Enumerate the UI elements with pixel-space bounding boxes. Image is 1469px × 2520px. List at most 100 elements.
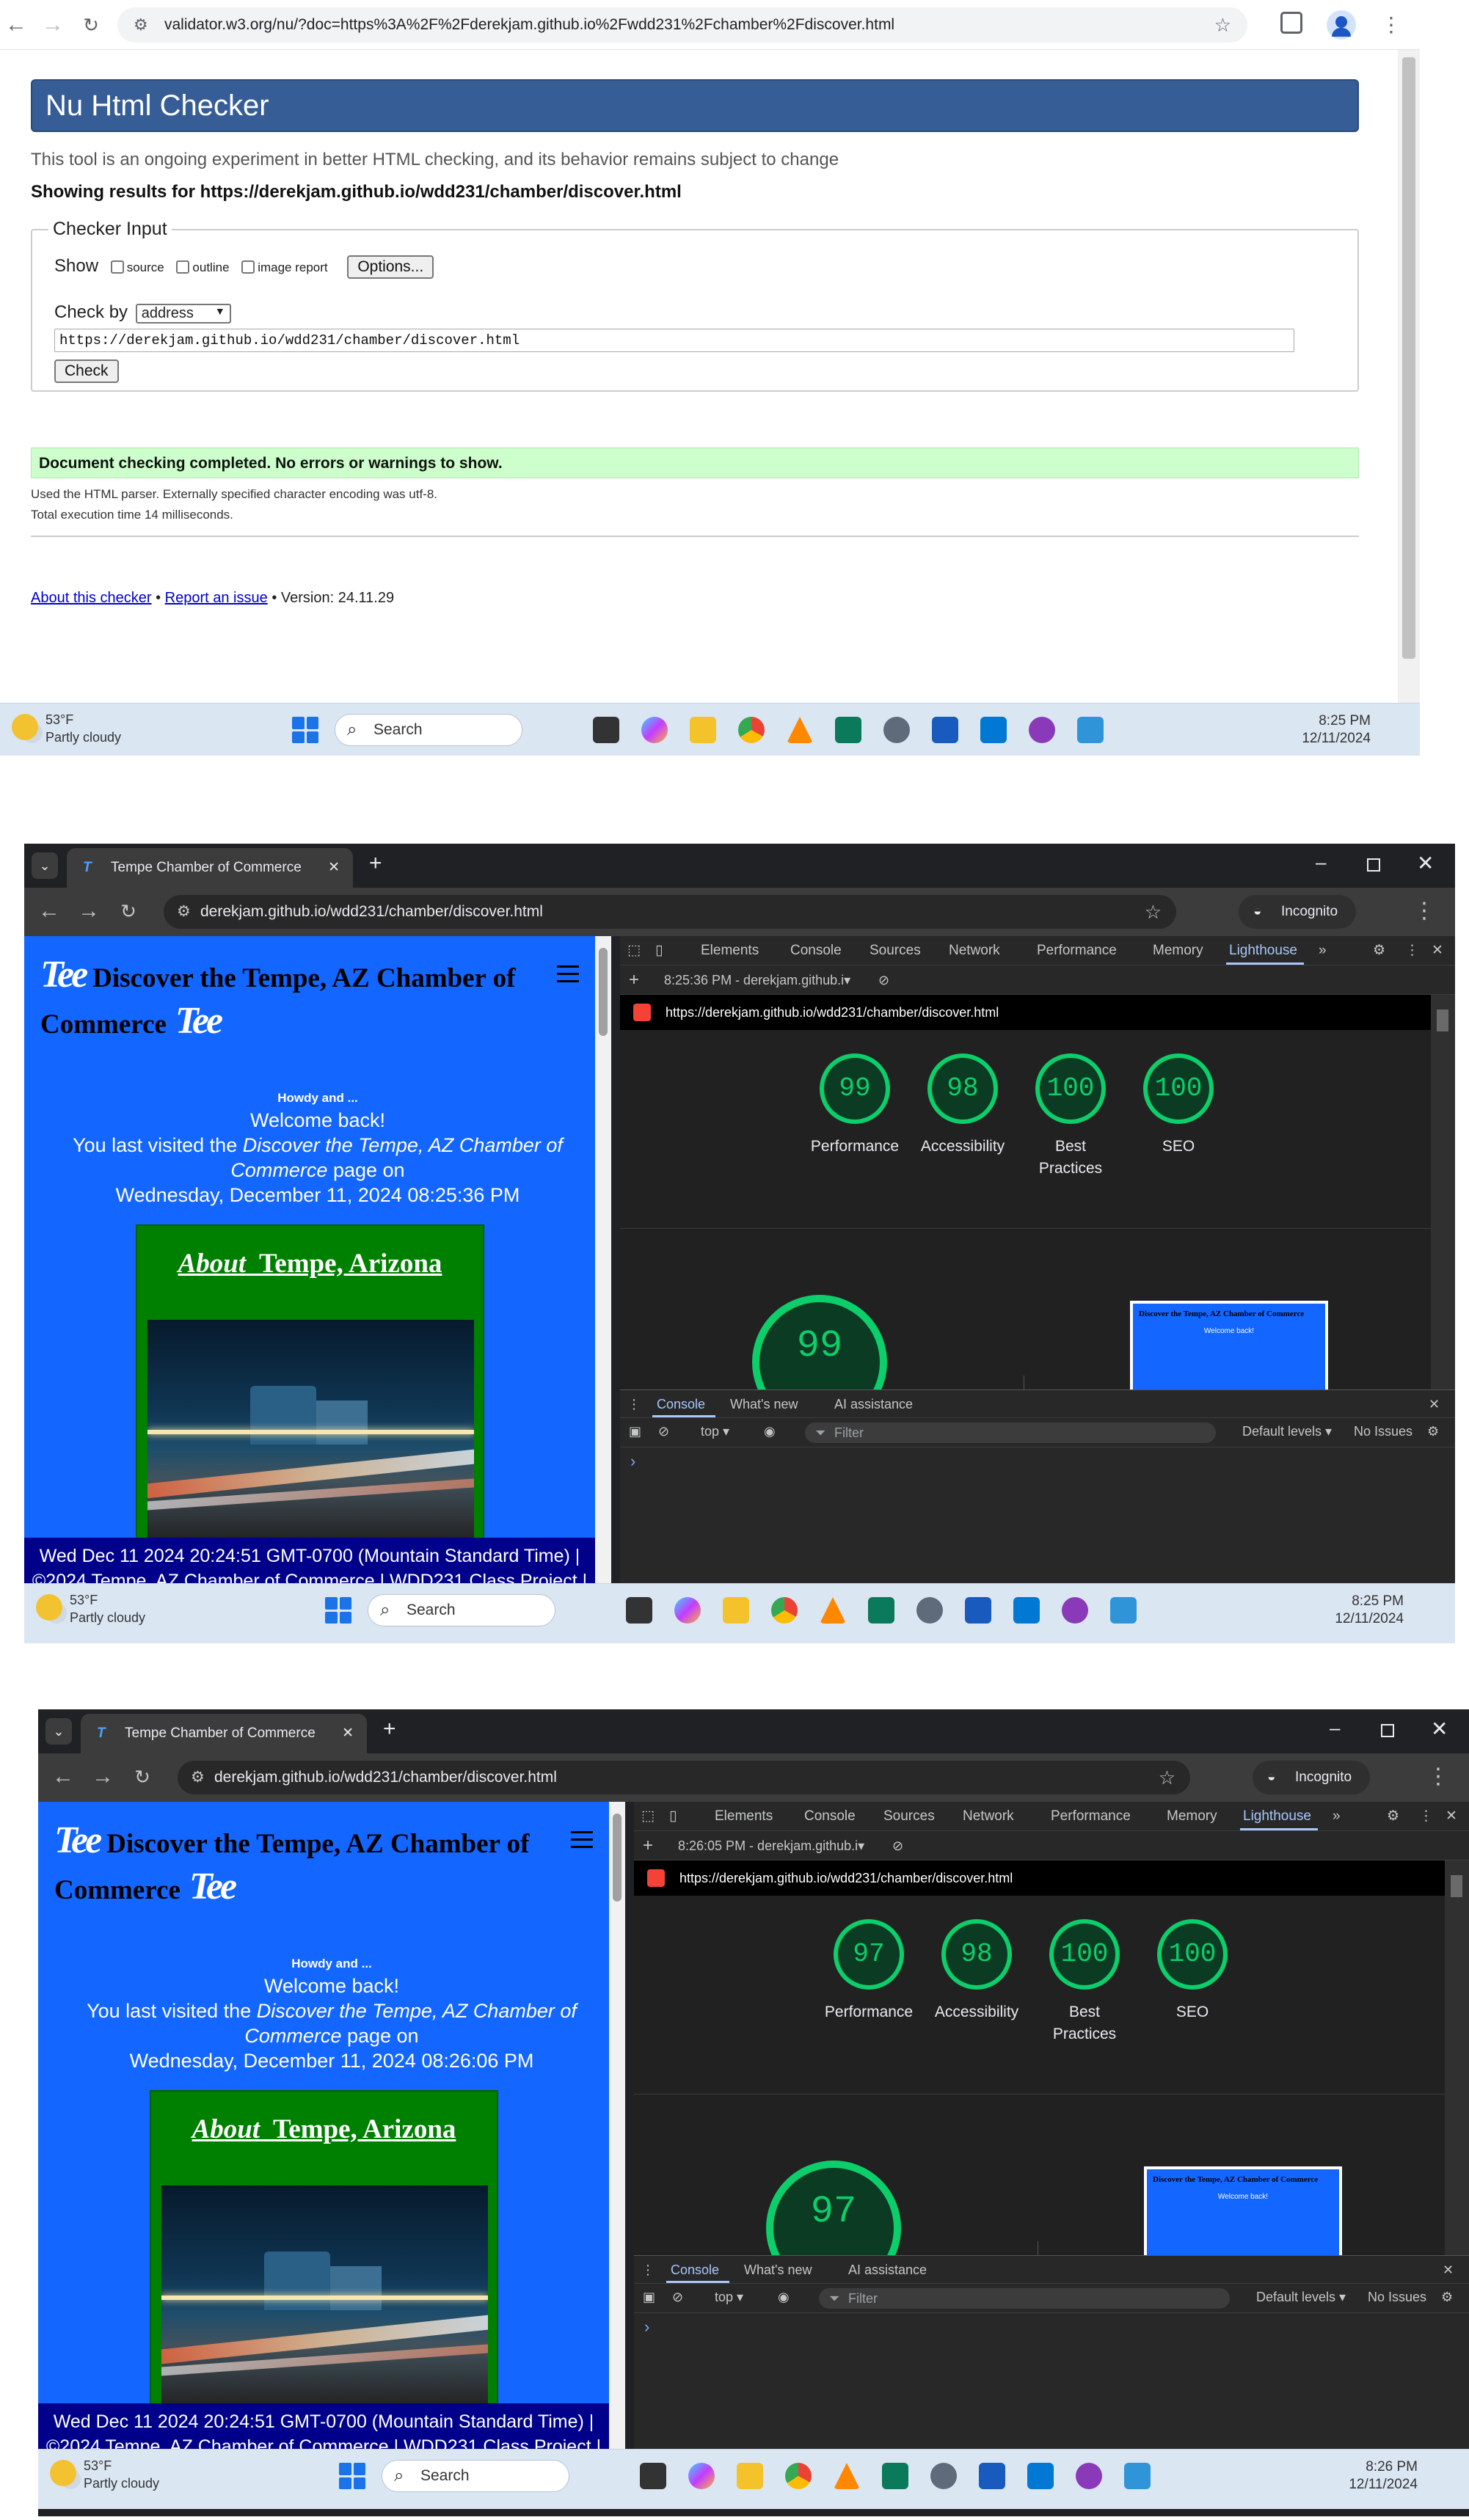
devtools-menu-icon[interactable]: ⋮: [1419, 1802, 1433, 1831]
issues-counter[interactable]: No Issues: [1354, 1424, 1412, 1439]
task-view-icon[interactable]: [593, 717, 619, 743]
clear-console-icon[interactable]: ⊘: [658, 1424, 669, 1439]
vlc-icon[interactable]: [787, 717, 813, 743]
tab-lighthouse[interactable]: Lighthouse: [1243, 1802, 1311, 1831]
vscode-icon[interactable]: [980, 717, 1007, 743]
card-heading[interactable]: About Tempe, Arizona: [137, 1248, 483, 1279]
performance-gauge[interactable]: 99 Performance: [800, 1053, 910, 1158]
best-practices-gauge[interactable]: 100 Best Practices: [1029, 1919, 1140, 2045]
windows-start-icon[interactable]: [339, 2463, 365, 2489]
scrollbar-thumb[interactable]: [1402, 57, 1415, 659]
taskbar-search[interactable]: ⌕ Search: [382, 2460, 569, 2492]
outline-checkbox[interactable]: [176, 260, 190, 274]
console-filter-input[interactable]: ⏷ Filter: [819, 2288, 1230, 2309]
taskbar-clock[interactable]: 8:26 PM 12/11/2024: [1300, 2458, 1418, 2494]
new-report-icon[interactable]: +: [643, 1831, 653, 1860]
weather-widget[interactable]: 53°F Partly cloudy: [36, 1591, 145, 1626]
tab-elements[interactable]: Elements: [715, 1802, 773, 1831]
browser-tab[interactable]: T Tempe Chamber of Commerce ✕: [67, 848, 353, 888]
taskbar-clock[interactable]: 8:25 PM 12/11/2024: [1253, 712, 1371, 748]
tab-network[interactable]: Network: [949, 936, 1000, 965]
issues-counter[interactable]: No Issues: [1368, 2290, 1426, 2305]
tab-console[interactable]: Console: [790, 936, 842, 965]
scrollbar-thumb[interactable]: [613, 1814, 622, 1902]
word-icon[interactable]: [965, 1597, 991, 1624]
github-desktop-icon[interactable]: [1062, 1597, 1088, 1624]
accessibility-gauge[interactable]: 98 Accessibility: [908, 1053, 1018, 1158]
page-screenshot-thumbnail[interactable]: Discover the Tempe, AZ Chamber of Commer…: [1130, 1301, 1328, 1389]
log-levels-dropdown[interactable]: Default levels ▾: [1256, 2290, 1346, 2305]
console-prompt[interactable]: ›: [630, 1452, 635, 1471]
windows-start-icon[interactable]: [292, 717, 318, 743]
sidebar-toggle-icon[interactable]: ▣: [629, 1424, 641, 1439]
drawer-tab-whats-new[interactable]: What's new: [730, 1390, 798, 1418]
page-screenshot-thumbnail[interactable]: Discover the Tempe, AZ Chamber of Commer…: [1144, 2166, 1342, 2255]
console-prompt[interactable]: ›: [644, 2318, 649, 2337]
copilot-icon[interactable]: [641, 717, 668, 743]
context-selector[interactable]: top ▾: [701, 1424, 729, 1439]
vscode-icon[interactable]: [1027, 2463, 1054, 2489]
check-button[interactable]: Check: [54, 359, 119, 383]
log-levels-dropdown[interactable]: Default levels ▾: [1242, 1424, 1332, 1439]
performance-gauge[interactable]: 97 Performance: [814, 1919, 924, 2023]
word-icon[interactable]: [979, 2463, 1005, 2489]
notepad-icon[interactable]: [1077, 717, 1104, 743]
bookmark-star-icon[interactable]: ☆: [1145, 895, 1162, 929]
settings-gear-icon[interactable]: ⚙: [1373, 936, 1385, 965]
task-view-icon[interactable]: [626, 1597, 652, 1624]
profile-avatar-icon[interactable]: [1327, 10, 1356, 40]
tab-memory[interactable]: Memory: [1167, 1802, 1217, 1831]
notepad-icon[interactable]: [1124, 2463, 1151, 2489]
clear-reports-icon[interactable]: ⊘: [892, 1831, 903, 1860]
chrome-icon[interactable]: [738, 717, 765, 743]
accessibility-gauge[interactable]: 98 Accessibility: [922, 1919, 1032, 2023]
publisher-icon[interactable]: [882, 2463, 908, 2489]
task-view-icon[interactable]: [640, 2463, 666, 2489]
hamburger-menu-icon[interactable]: [557, 965, 579, 986]
tab-performance[interactable]: Performance: [1037, 936, 1117, 965]
bookmark-star-icon[interactable]: ☆: [1214, 7, 1231, 43]
address-bar[interactable]: ⚙ derekjam.github.io/wdd231/chamber/disc…: [178, 1761, 1190, 1794]
file-explorer-icon[interactable]: [737, 2463, 763, 2489]
document-url-input[interactable]: https://derekjam.github.io/wdd231/chambe…: [54, 329, 1294, 352]
publisher-icon[interactable]: [868, 1597, 894, 1624]
report-selector[interactable]: 8:25:36 PM - derekjam.github.i▾: [664, 965, 850, 995]
seo-gauge[interactable]: 100 SEO: [1123, 1053, 1233, 1158]
maximize-icon[interactable]: [1381, 1724, 1394, 1737]
copilot-icon[interactable]: [688, 2463, 715, 2489]
tab-lighthouse[interactable]: Lighthouse: [1229, 936, 1297, 965]
reload-icon[interactable]: ↻: [78, 12, 104, 38]
drawer-tab-ai-assistance[interactable]: AI assistance: [834, 1390, 913, 1418]
forward-icon[interactable]: →: [40, 12, 66, 38]
new-report-icon[interactable]: +: [629, 965, 639, 995]
word-icon[interactable]: [932, 717, 958, 743]
windows-start-icon[interactable]: [325, 1597, 351, 1624]
report-scrollbar[interactable]: [1431, 995, 1455, 1389]
device-toolbar-icon[interactable]: ▯: [655, 936, 663, 965]
bookmark-star-icon[interactable]: ☆: [1159, 1761, 1175, 1794]
scrollbar-thumb[interactable]: [1451, 1875, 1462, 1897]
report-issue-link[interactable]: Report an issue: [165, 590, 268, 606]
minimize-icon[interactable]: –: [1316, 851, 1326, 874]
tab-sources[interactable]: Sources: [883, 1802, 935, 1831]
clear-console-icon[interactable]: ⊘: [672, 2290, 683, 2305]
best-practices-gauge[interactable]: 100 Best Practices: [1016, 1053, 1126, 1180]
devtools-menu-icon[interactable]: ⋮: [1405, 936, 1419, 965]
eye-icon[interactable]: ◉: [764, 1424, 776, 1439]
report-selector[interactable]: 8:26:05 PM - derekjam.github.i▾: [678, 1831, 864, 1860]
sidebar-toggle-icon[interactable]: ▣: [643, 2290, 655, 2305]
about-checker-link[interactable]: About this checker: [31, 590, 152, 606]
settings-gear-icon[interactable]: [883, 717, 910, 743]
clear-reports-icon[interactable]: ⊘: [878, 965, 889, 995]
forward-icon[interactable]: →: [90, 1764, 116, 1790]
incognito-badge[interactable]: ◒ Incognito: [1239, 895, 1356, 929]
tab-search-icon[interactable]: ⌄: [45, 1718, 72, 1745]
tab-console[interactable]: Console: [804, 1802, 856, 1831]
menu-kebab-icon[interactable]: ⋮: [1378, 12, 1404, 38]
console-settings-icon[interactable]: ⚙: [1441, 2290, 1453, 2305]
chrome-icon[interactable]: [771, 1597, 798, 1624]
inspect-icon[interactable]: ⬚: [641, 1802, 655, 1831]
report-scrollbar[interactable]: [1445, 1860, 1469, 2255]
back-icon[interactable]: ←: [3, 12, 29, 38]
settings-gear-icon[interactable]: ⚙: [1387, 1802, 1399, 1831]
